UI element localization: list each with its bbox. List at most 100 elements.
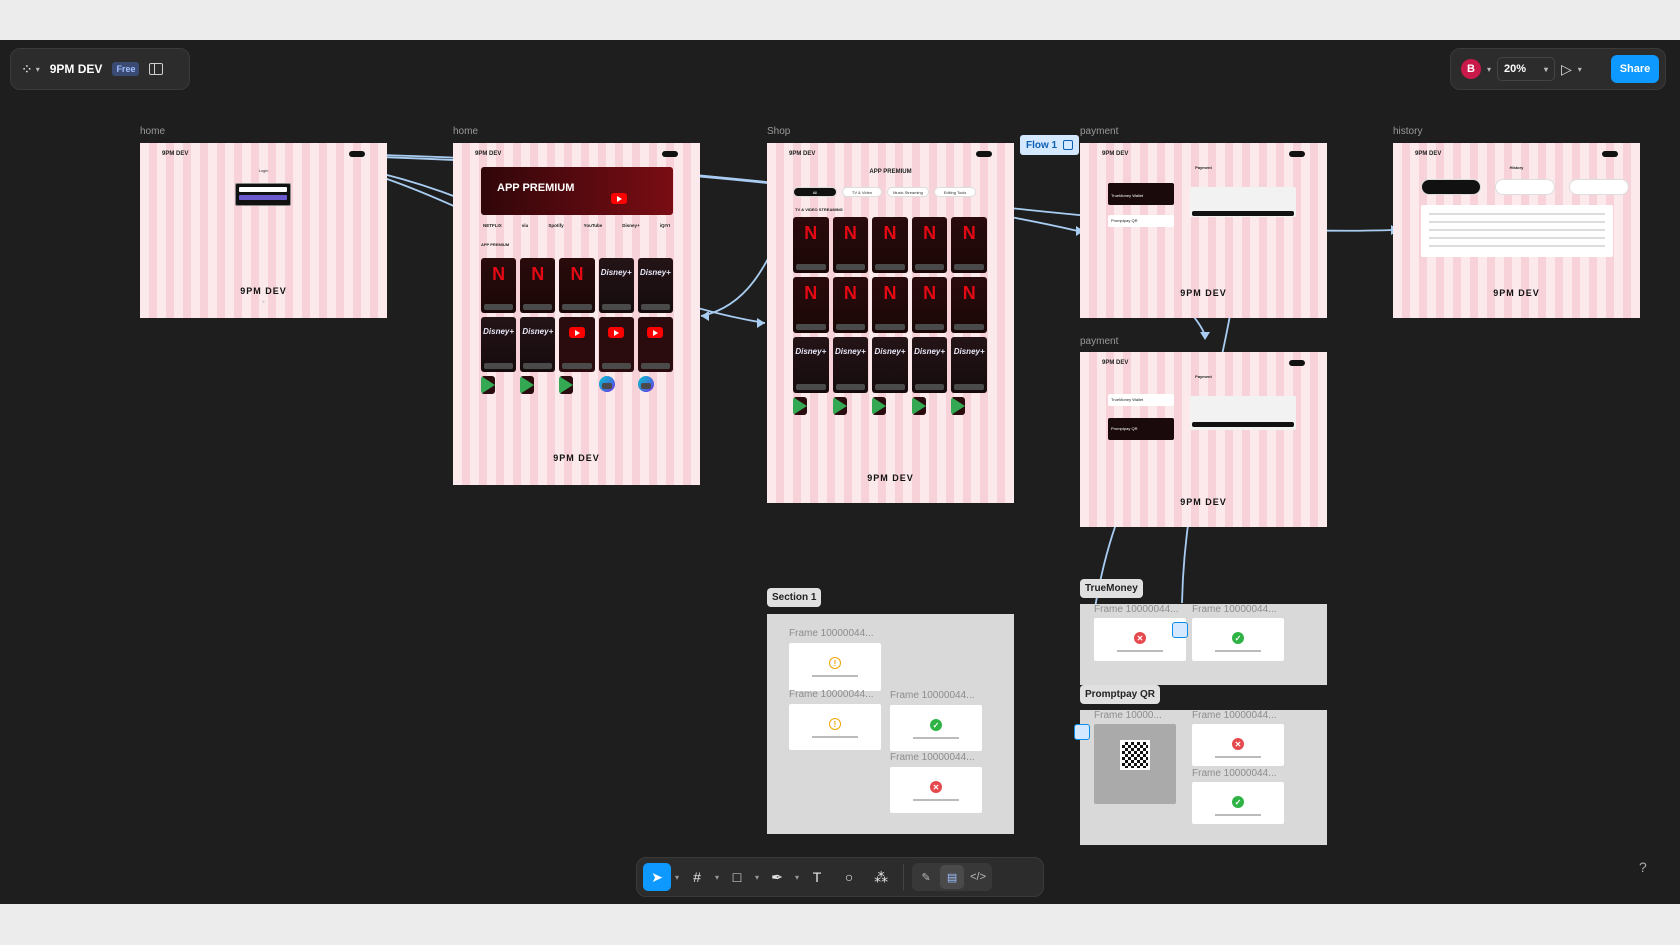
frame-sub-label[interactable]: Frame 10000044... <box>1094 604 1179 615</box>
section-truemoney[interactable]: Frame 10000044... ✕ Frame 10000044... ✓ <box>1080 604 1327 685</box>
frame-sub-label[interactable]: Frame 10000044... <box>1192 768 1277 779</box>
section-tag[interactable]: Promptpay QR <box>1080 685 1161 704</box>
chevron-down-icon[interactable]: ▾ <box>755 873 759 882</box>
product-card-youtube <box>598 317 634 372</box>
product-card-netflix: N <box>832 277 869 333</box>
draw-mode-icon[interactable]: ✎ <box>914 865 938 889</box>
section-tag[interactable]: TrueMoney <box>1080 579 1143 598</box>
netflix-logo-icon: N <box>923 282 937 303</box>
check-icon: ✓ <box>1232 796 1244 808</box>
history-tab[interactable] <box>1569 179 1629 195</box>
frame-sub-label[interactable]: Frame 10000044... <box>890 752 975 763</box>
warning-icon: ! <box>829 718 841 730</box>
rectangle-tool-icon[interactable]: □ <box>723 863 751 891</box>
product-grid: N N N N N N N N N N Disney+ Disney+ Disney+ Disney+ Di… <box>793 217 987 453</box>
product-card-gplay <box>793 397 807 415</box>
frame-label-home[interactable]: home <box>453 126 478 137</box>
actions-tool-icon[interactable]: ⁂ <box>867 863 895 891</box>
frame-history[interactable]: 9PM DEV History 9PM DEV <box>1393 143 1640 318</box>
share-button[interactable]: Share <box>1611 55 1659 83</box>
design-mode-icon[interactable]: ▤ <box>940 865 965 889</box>
card-buy-button <box>796 264 826 270</box>
present-icon[interactable]: ▷ <box>1561 61 1572 78</box>
frame-sub-label[interactable]: Frame 10000044... <box>789 689 874 700</box>
tab-all[interactable]: All <box>793 187 837 197</box>
product-card-disney: Disney+ <box>637 258 673 313</box>
figma-menu-button[interactable]: ⁘ ▾ <box>21 61 40 78</box>
card-buy-button <box>835 264 866 270</box>
method-truemoney-selected[interactable]: TrueMoney Wallet <box>1108 183 1174 205</box>
product-card-youtube <box>637 317 673 372</box>
frame-payment-truemoney[interactable]: 9PM DEV Payment TrueMoney Wallet Promptp… <box>1080 143 1327 318</box>
partner-netflix: NETFLIX <box>483 223 502 228</box>
dev-mode-icon[interactable]: </> <box>966 865 990 889</box>
frame-home-main[interactable]: 9PM DEV APP PREMIUM NETFLIX viu Spotify … <box>453 143 700 485</box>
section-promptpay[interactable]: Frame 10000... Frame 10000044... ✕ Frame… <box>1080 710 1327 845</box>
partner-spotify: Spotify <box>548 223 564 228</box>
avatar[interactable]: B <box>1461 59 1481 79</box>
interaction-link-icon[interactable] <box>1172 622 1188 638</box>
section-1[interactable]: Frame 10000044... ! Frame 10000044... ! … <box>767 614 1014 834</box>
frame-payment-promptpay[interactable]: 9PM DEV Payment TrueMoney Wallet Promptp… <box>1080 352 1327 527</box>
card-buy-button <box>523 304 553 310</box>
section-tag[interactable]: Section 1 <box>767 588 822 607</box>
tab-tv-video[interactable]: TV & Video <box>842 187 882 197</box>
product-card-gplay <box>911 397 926 415</box>
frame-sub-label[interactable]: Frame 10000044... <box>1192 710 1277 721</box>
method-promptpay[interactable]: Promptpay QR <box>1108 215 1174 227</box>
text-tool-icon[interactable]: T <box>803 863 831 891</box>
frame-sub-label[interactable]: Frame 10000044... <box>1192 604 1277 615</box>
frame-label-payment[interactable]: payment <box>1080 126 1118 137</box>
login-input <box>239 187 287 192</box>
method-promptpay-selected[interactable]: Promptpay QR <box>1108 418 1174 440</box>
frame-login-pill <box>349 151 365 157</box>
pen-tool-icon[interactable]: ✒ <box>763 863 791 891</box>
frame-home-login[interactable]: 9PM DEV Login 9PM DEV © <box>140 143 387 318</box>
card-buy-button <box>954 264 984 270</box>
history-tab[interactable] <box>1495 179 1555 195</box>
move-tool-icon[interactable]: ➤ <box>643 863 671 891</box>
frame-shop[interactable]: 9PM DEV APP PREMIUM All TV & Video Music… <box>767 143 1014 503</box>
modal-text <box>913 799 959 801</box>
frame-label-payment[interactable]: payment <box>1080 336 1118 347</box>
arrowhead <box>1200 332 1210 340</box>
file-title[interactable]: 9PM DEV <box>50 62 103 76</box>
chevron-down-icon[interactable]: ▾ <box>1487 65 1491 74</box>
chevron-down-icon[interactable]: ▾ <box>715 873 719 882</box>
toggle-panel-icon[interactable] <box>149 63 164 75</box>
chevron-down-icon[interactable]: ▾ <box>1578 65 1582 74</box>
disney-logo-icon: Disney+ <box>795 347 827 357</box>
history-tab-active[interactable] <box>1421 179 1481 195</box>
frame-sub-label[interactable]: Frame 10000... <box>1094 710 1162 721</box>
figma-canvas[interactable]: ⁘ ▾ 9PM DEV Free B ▾ 20% ▾ ▷ ▾ Share home… <box>0 40 1680 904</box>
help-button[interactable]: ? <box>1639 859 1647 875</box>
frame-tool-icon[interactable]: # <box>683 863 711 891</box>
card-buy-button <box>640 304 670 310</box>
method-truemoney[interactable]: TrueMoney Wallet <box>1108 394 1174 406</box>
card-buy-button <box>601 363 631 369</box>
frame-footer-brand: 9PM DEV <box>1180 497 1227 507</box>
frame-sub-label[interactable]: Frame 10000044... <box>789 628 874 639</box>
tab-music[interactable]: Music Streaming <box>887 187 929 197</box>
zoom-dropdown[interactable]: 20% ▾ <box>1497 57 1556 81</box>
chevron-down-icon[interactable]: ▾ <box>795 873 799 882</box>
chevron-down-icon[interactable]: ▾ <box>675 873 679 882</box>
disney-logo-icon: Disney+ <box>953 347 985 357</box>
frame-label-home[interactable]: home <box>140 126 165 137</box>
figma-logo-icon: ⁘ <box>21 60 33 77</box>
tab-editing[interactable]: Editing Tools <box>934 187 976 197</box>
share-toolbar: B ▾ 20% ▾ ▷ ▾ Share <box>1450 48 1666 90</box>
frame-label-shop[interactable]: Shop <box>767 126 790 137</box>
flow-starting-point[interactable]: Flow 1 <box>1020 135 1080 155</box>
frame-brand: 9PM DEV <box>789 151 816 157</box>
frame-sub-label[interactable]: Frame 10000044... <box>890 690 975 701</box>
card-buy-button <box>640 383 651 389</box>
interaction-link-icon[interactable] <box>1074 724 1090 740</box>
frame-brand: 9PM DEV <box>1415 151 1442 157</box>
plan-badge[interactable]: Free <box>112 62 140 76</box>
frame-footer-brand: 9PM DEV <box>553 453 600 463</box>
frame-label-history[interactable]: history <box>1393 126 1422 137</box>
chevron-down-icon: ▾ <box>35 64 40 74</box>
comment-tool-icon[interactable]: ○ <box>835 863 863 891</box>
netflix-logo-icon: N <box>531 263 545 284</box>
